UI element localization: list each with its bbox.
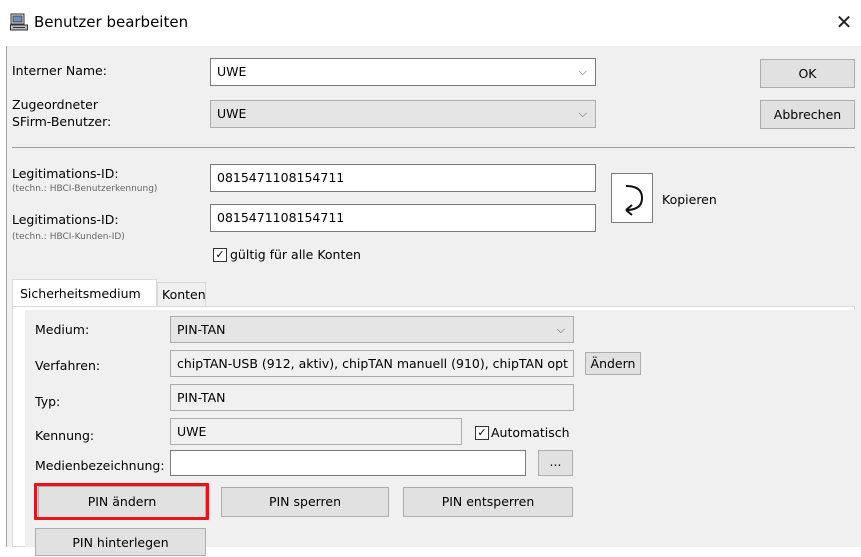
assigned-user-label-line1: Zugeordneter xyxy=(12,97,98,112)
close-button[interactable]: ✕ xyxy=(832,9,856,35)
identifier-label: Kennung: xyxy=(35,428,95,443)
legitimation-id2-label: Legitimations-ID: xyxy=(12,212,119,227)
tab-accounts-label: Konten xyxy=(162,287,206,302)
media-name-input[interactable] xyxy=(170,450,526,476)
browse-button[interactable]: ... xyxy=(538,450,573,476)
pin-change-highlight xyxy=(34,483,209,520)
window-title: Benutzer bearbeiten xyxy=(34,13,189,31)
tab-accounts[interactable]: Konten xyxy=(157,282,206,307)
type-label: Typ: xyxy=(35,394,61,409)
legitimation-id2-input[interactable]: 0815471108154711 xyxy=(210,204,596,232)
internal-name-value: UWE xyxy=(217,64,247,79)
chevron-down-icon: ⌵ xyxy=(578,65,587,78)
internal-name-label: Interner Name: xyxy=(12,63,107,78)
copy-arrow-icon xyxy=(625,185,644,216)
cancel-button[interactable]: Abbrechen xyxy=(760,100,855,129)
pin-unlock-button[interactable]: PIN entsperren xyxy=(403,487,573,517)
medium-value: PIN-TAN xyxy=(177,322,226,337)
medium-combo[interactable]: PIN-TAN ⌵ xyxy=(170,316,574,343)
medium-label: Medium: xyxy=(35,322,90,337)
ok-button[interactable]: OK xyxy=(760,59,855,88)
copy-button[interactable] xyxy=(611,173,653,223)
user-computer-icon xyxy=(10,13,28,31)
tab-security-medium[interactable]: Sicherheitsmedium xyxy=(12,279,157,307)
pin-lock-button[interactable]: PIN sperren xyxy=(221,487,389,517)
identifier-field: UWE xyxy=(170,418,462,445)
internal-name-combo[interactable]: UWE ⌵ xyxy=(210,58,596,86)
legitimation-id1-hint: (techn.: HBCI-Benutzerkennung) xyxy=(12,184,158,194)
automatic-checkbox[interactable]: ✓ xyxy=(475,426,489,440)
separator xyxy=(12,147,855,148)
legitimation-id2-hint: (techn.: HBCI-Kunden-ID) xyxy=(12,232,125,242)
procedure-label: Verfahren: xyxy=(35,358,101,373)
title-bar: Benutzer bearbeiten ✕ xyxy=(0,0,861,46)
assigned-user-label-line2: SFirm-Benutzer: xyxy=(12,114,112,129)
tab-security-medium-label: Sicherheitsmedium xyxy=(20,286,141,301)
all-accounts-checkbox[interactable]: ✓ xyxy=(213,248,227,262)
copy-label: Kopieren xyxy=(662,192,717,207)
media-name-label: Medienbezeichnung: xyxy=(35,458,165,473)
assigned-user-value: UWE xyxy=(217,106,247,121)
chevron-down-icon: ⌵ xyxy=(556,323,565,336)
pin-store-button[interactable]: PIN hinterlegen xyxy=(35,528,206,556)
legitimation-id1-label: Legitimations-ID: xyxy=(12,166,119,181)
procedure-field: chipTAN-USB (912, aktiv), chipTAN manuel… xyxy=(170,350,574,377)
automatic-label: Automatisch xyxy=(491,425,570,440)
legitimation-id1-input[interactable]: 0815471108154711 xyxy=(210,164,596,192)
all-accounts-label: gültig für alle Konten xyxy=(230,247,361,262)
change-procedure-button[interactable]: Ändern xyxy=(585,352,641,375)
chevron-down-icon: ⌵ xyxy=(578,107,587,120)
type-field: PIN-TAN xyxy=(170,384,574,411)
assigned-user-combo[interactable]: UWE ⌵ xyxy=(210,100,596,128)
